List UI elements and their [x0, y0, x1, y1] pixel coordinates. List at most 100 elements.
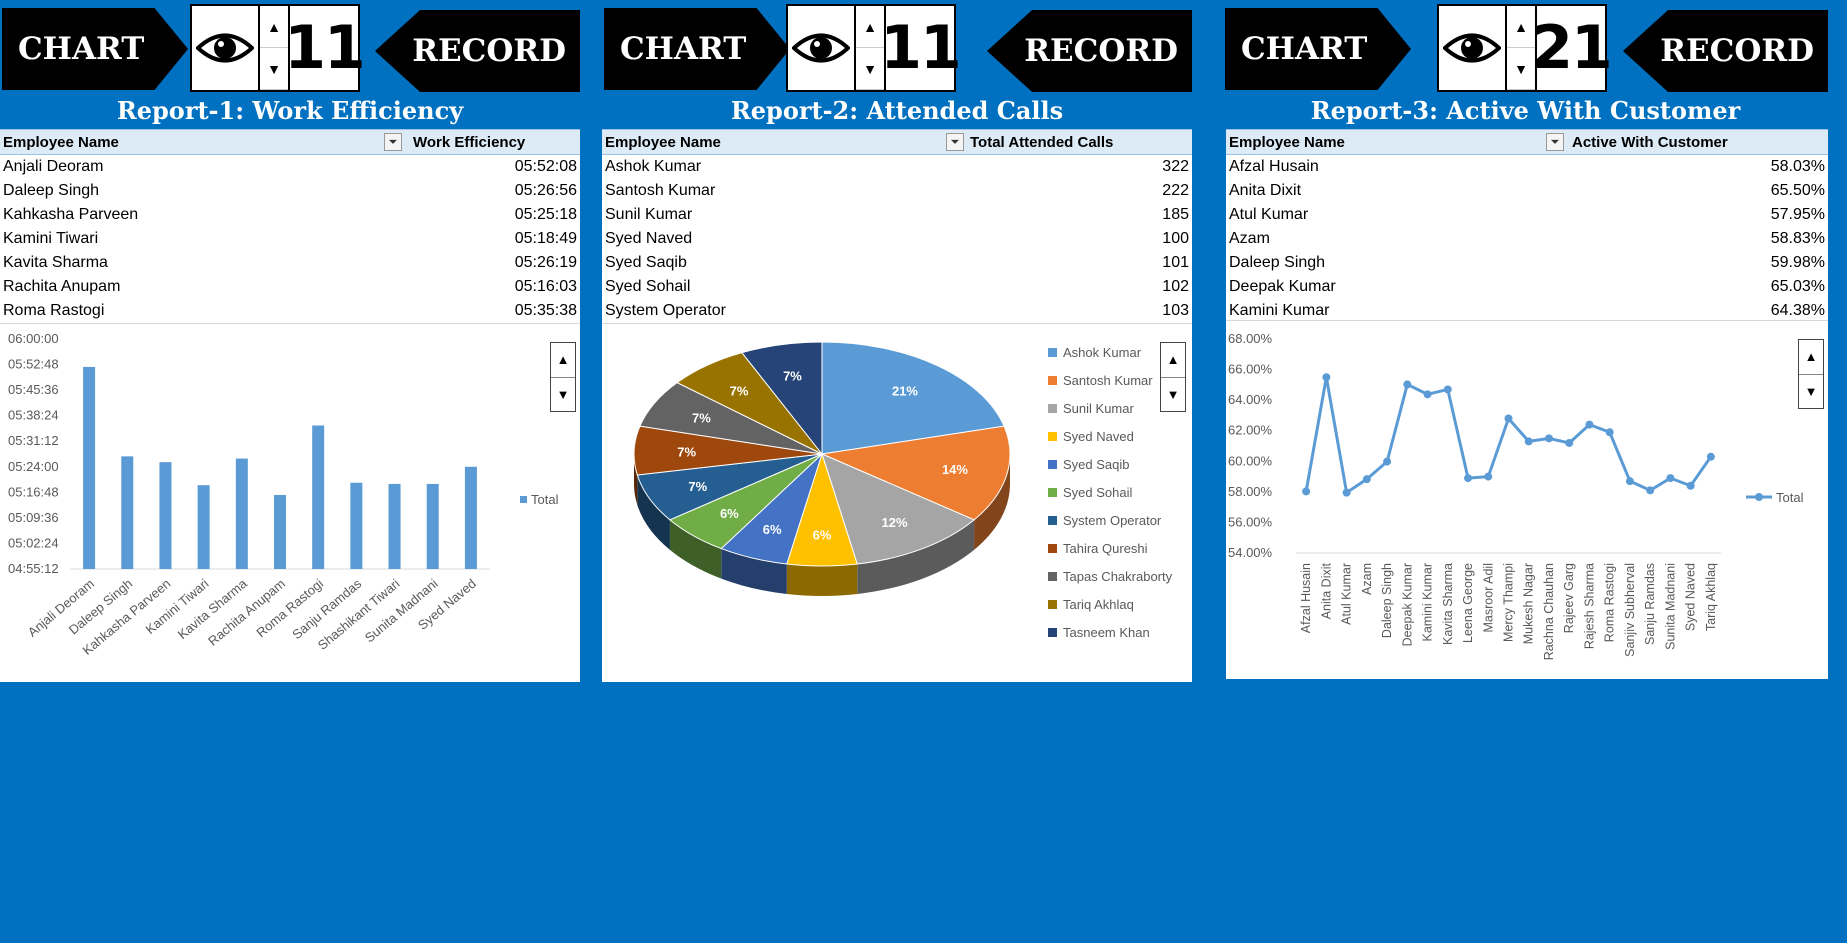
- table-row: Anita Dixit 65.50%: [1226, 179, 1828, 203]
- eye-icon[interactable]: [192, 6, 258, 90]
- spin-up-icon[interactable]: ▲: [1799, 340, 1823, 375]
- table-row: System Operator 103: [602, 299, 1192, 323]
- filter-icon[interactable]: ⏷: [1546, 133, 1564, 151]
- bar: [83, 366, 96, 569]
- report-title: Report-2: Attended Calls: [730, 96, 1064, 125]
- cell-value: 65.03%: [1770, 278, 1825, 295]
- cell-value: 65.50%: [1770, 182, 1825, 199]
- spin-up-icon[interactable]: ▲: [551, 343, 575, 378]
- cell-value: 05:25:18: [514, 206, 577, 223]
- chart-button[interactable]: CHART: [1225, 8, 1411, 90]
- header-value: Active With Customer: [1572, 133, 1728, 151]
- y-tick-label: 05:52:48: [8, 357, 59, 372]
- pie-data-label: 7%: [783, 368, 802, 383]
- chart-button[interactable]: CHART: [604, 8, 790, 90]
- table-row: Sunil Kumar 185: [602, 203, 1192, 227]
- data-point: [1443, 385, 1452, 394]
- y-tick-label: 05:09:36: [8, 510, 59, 525]
- legend-label: Tariq Akhlaq: [1063, 597, 1134, 612]
- x-tick-label: Afzal Husain: [1299, 563, 1313, 633]
- data-point: [1585, 420, 1594, 429]
- legend-label: Total: [1776, 490, 1804, 505]
- report-title: Report-3: Active With Customer: [1310, 96, 1741, 125]
- y-tick-label: 05:45:36: [8, 382, 59, 397]
- legend-swatch: [1048, 572, 1057, 581]
- pie-data-label: 6%: [813, 528, 832, 543]
- table-row: Afzal Husain 58.03%: [1226, 155, 1828, 179]
- bar: [464, 466, 477, 569]
- x-tick-label: Atul Kumar: [1340, 563, 1354, 625]
- record-button[interactable]: RECORD: [1623, 10, 1828, 92]
- spin-down-icon[interactable]: ▼: [551, 378, 575, 412]
- spin-up-icon[interactable]: ▲: [1161, 343, 1185, 378]
- legend-swatch: [1048, 376, 1057, 385]
- legend-label: Ashok Kumar: [1063, 345, 1142, 360]
- x-tick-label: Mercy Thampi: [1502, 563, 1516, 642]
- cell-value: 58.03%: [1770, 158, 1825, 175]
- y-tick-label: 68.00%: [1228, 331, 1273, 346]
- chart-spinner[interactable]: ▲ ▼: [1798, 339, 1824, 409]
- y-tick-label: 60.00%: [1228, 453, 1273, 468]
- bar: [312, 425, 325, 569]
- filter-icon[interactable]: ⏷: [946, 133, 964, 151]
- chart-spinner[interactable]: ▲ ▼: [1160, 342, 1186, 412]
- cell-value: 102: [1162, 278, 1189, 295]
- report-table: Employee Name ⏷ Active With Customer Afz…: [1226, 129, 1828, 323]
- legend-swatch: [1048, 516, 1057, 525]
- y-tick-label: 05:16:48: [8, 484, 59, 499]
- chart-spinner[interactable]: ▲ ▼: [550, 342, 576, 412]
- report-panel-3: CHART ▲ ▼ 21 RECORD Report-3: Active With…: [1223, 0, 1828, 679]
- table-header: Employee Name ⏷ Total Attended Calls: [602, 129, 1192, 155]
- x-tick-label: Anita Dixit: [1319, 562, 1333, 619]
- eye-icon[interactable]: [1439, 6, 1505, 90]
- data-point: [1646, 486, 1655, 495]
- record-button[interactable]: RECORD: [375, 10, 580, 92]
- spin-down-icon[interactable]: ▼: [1799, 375, 1823, 409]
- spin-down-icon[interactable]: ▼: [1161, 378, 1185, 412]
- cell-value: 100: [1162, 230, 1189, 247]
- cell-name: Syed Sohail: [605, 278, 691, 295]
- record-counter: 11: [880, 6, 962, 90]
- x-tick-label: Sanju Ramdas: [1643, 563, 1657, 645]
- x-tick-label: Syed Naved: [1684, 563, 1698, 631]
- data-point: [1686, 481, 1695, 490]
- cell-value: 185: [1162, 206, 1189, 223]
- chart-button[interactable]: CHART: [2, 8, 188, 90]
- cell-value: 05:35:38: [514, 302, 577, 319]
- table-row: Atul Kumar 57.95%: [1226, 203, 1828, 227]
- x-tick-label: Daleep Singh: [1380, 563, 1394, 638]
- legend-label: Tasneem Khan: [1063, 625, 1150, 640]
- cell-name: Deepak Kumar: [1229, 278, 1336, 295]
- record-button[interactable]: RECORD: [987, 10, 1192, 92]
- cell-name: Afzal Husain: [1229, 158, 1319, 175]
- table-row: Rachita Anupam 05:16:03: [0, 275, 580, 299]
- eye-icon[interactable]: [788, 6, 854, 90]
- cell-value: 322: [1162, 158, 1189, 175]
- pie-slice-side: [786, 564, 858, 596]
- bar: [159, 462, 172, 569]
- y-tick-label: 04:55:12: [8, 561, 59, 576]
- filter-icon[interactable]: ⏷: [384, 133, 402, 151]
- report-table: Employee Name ⏷ Work Efficiency Anjali D…: [0, 129, 580, 323]
- table-row: Kamini Tiwari 05:18:49: [0, 227, 580, 251]
- table-header: Employee Name ⏷ Active With Customer: [1226, 129, 1828, 155]
- report-panel-2: CHART ▲ ▼ 11 RECORD Report-2: Attended Ca…: [602, 0, 1192, 682]
- cell-name: Ashok Kumar: [605, 158, 702, 175]
- data-point: [1342, 488, 1351, 497]
- pie-data-label: 7%: [688, 479, 707, 494]
- legend-label: Tapas Chakraborty: [1063, 569, 1173, 584]
- x-tick-label: Masroor Adil: [1481, 563, 1495, 632]
- data-point: [1524, 437, 1533, 446]
- pie-data-label: 7%: [677, 444, 696, 459]
- y-tick-label: 05:24:00: [8, 459, 59, 474]
- pie-data-label: 6%: [720, 506, 739, 521]
- pie-data-label: 21%: [892, 383, 918, 398]
- line-chart: 68.00% 66.00% 64.00% 62.00% 60.00% 58.00% 56.0…: [1226, 320, 1828, 679]
- x-tick-label: Roma Rastogi: [1603, 563, 1617, 642]
- cell-value: 05:52:08: [514, 158, 577, 175]
- table-row: Ashok Kumar 322: [602, 155, 1192, 179]
- cell-name: Atul Kumar: [1229, 206, 1309, 223]
- legend-label: Santosh Kumar: [1063, 373, 1153, 388]
- view-control: ▲ ▼ 21: [1437, 4, 1613, 92]
- header-employee-name: Employee Name: [605, 133, 721, 151]
